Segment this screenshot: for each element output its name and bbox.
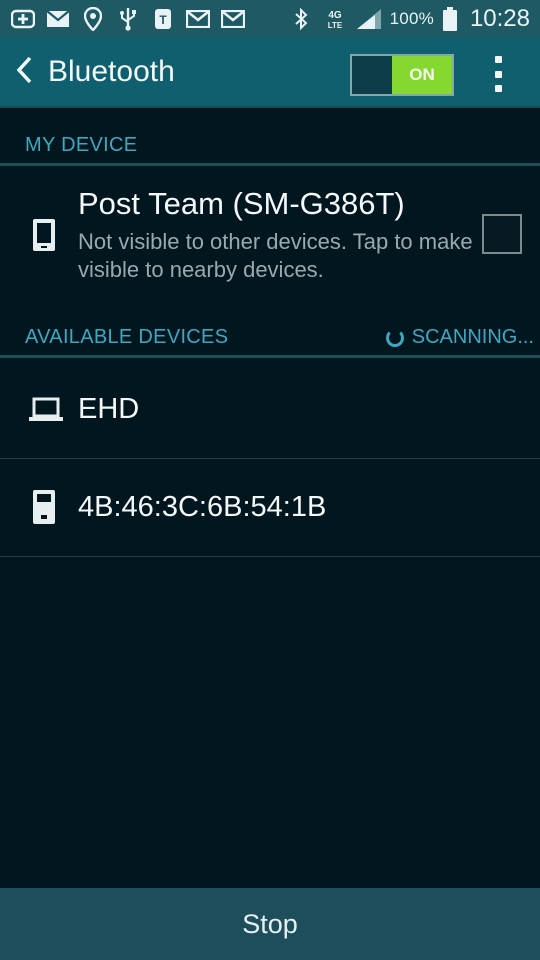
gmail-icon: [220, 7, 246, 31]
back-button[interactable]: [6, 37, 42, 107]
my-device-visibility-text: Not visible to other devices. Tap to mak…: [78, 229, 473, 282]
device-name: 4B:46:3C:6B:54:1B: [78, 491, 327, 523]
available-devices-header-label: AVAILABLE DEVICES: [25, 326, 229, 348]
spinner-icon: [385, 328, 404, 347]
email-icon: [45, 7, 71, 31]
list-item[interactable]: EHD: [0, 361, 540, 459]
tmobile-icon: T: [150, 7, 176, 31]
visibility-checkbox[interactable]: [482, 214, 522, 254]
overflow-menu-button[interactable]: [480, 50, 516, 98]
my-device-name: Post Team (SM-G386T): [78, 186, 405, 221]
action-bar: Bluetooth ON: [0, 38, 540, 108]
battery-icon: [442, 7, 458, 31]
location-icon: [80, 7, 106, 31]
svg-text:LTE: LTE: [327, 21, 342, 30]
clock: 10:28: [469, 5, 530, 32]
my-device-row[interactable]: Post Team (SM-G386T) Not visible to othe…: [0, 168, 540, 298]
bluetooth-icon: [288, 7, 314, 31]
add-icon: [10, 7, 36, 31]
bluetooth-toggle[interactable]: ON: [350, 54, 454, 96]
usb-icon: [115, 7, 141, 31]
stop-button[interactable]: Stop: [0, 888, 540, 960]
scanning-label: SCANNING...: [411, 326, 534, 348]
my-device-header: MY DEVICE: [0, 110, 540, 166]
status-indicators: 4G LTE 100% 10:28: [288, 5, 530, 33]
signal-icon: [356, 7, 382, 31]
gmail-icon: [185, 7, 211, 31]
overflow-dot: [494, 56, 502, 63]
list-item[interactable]: 4B:46:3C:6B:54:1B: [0, 459, 540, 557]
scanning-indicator: SCANNING...: [385, 326, 534, 349]
overflow-dot: [494, 70, 502, 78]
svg-text:4G: 4G: [328, 10, 342, 21]
overflow-dot: [494, 85, 502, 92]
battery-percent: 100%: [389, 9, 434, 28]
svg-text:T: T: [159, 13, 167, 27]
my-device-header-label: MY DEVICE: [25, 134, 138, 156]
phone-icon: [32, 218, 56, 257]
toggle-on-label: ON: [392, 56, 452, 94]
available-devices-header: AVAILABLE DEVICES SCANNING...: [0, 302, 540, 358]
back-arrow-icon: [15, 55, 33, 90]
device-icon: [32, 489, 56, 530]
4g-lte-icon: 4G LTE: [322, 7, 348, 31]
stop-label: Stop: [242, 908, 298, 939]
toggle-off-area: [352, 56, 392, 94]
notification-icons: T: [10, 7, 246, 31]
device-name: EHD: [78, 393, 140, 425]
page-title: Bluetooth: [48, 55, 175, 88]
laptop-icon: [28, 397, 64, 428]
status-bar: T 4G LTE 100% 10:28: [0, 0, 540, 38]
